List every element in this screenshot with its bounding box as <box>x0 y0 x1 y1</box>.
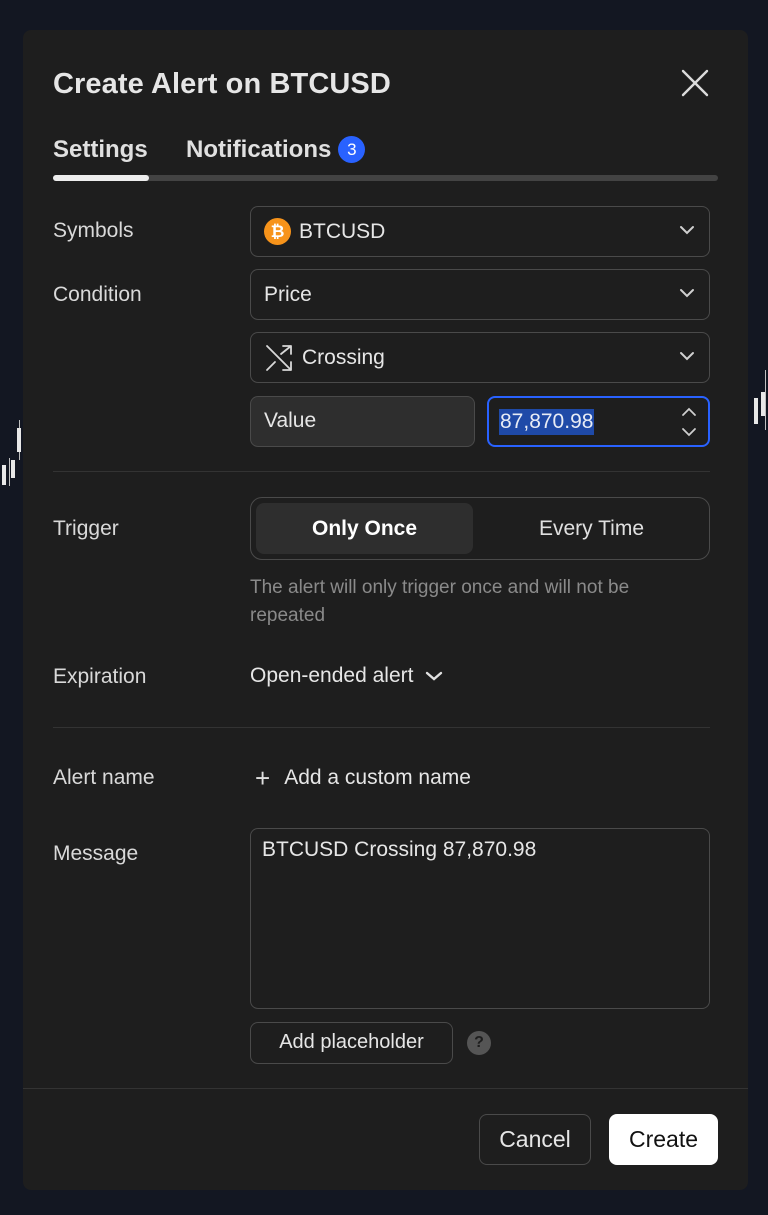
candle <box>2 465 6 485</box>
tab-active-indicator <box>53 175 149 181</box>
stepper-icon[interactable] <box>680 404 698 440</box>
create-button[interactable]: Create <box>609 1114 718 1165</box>
tab-notifications[interactable]: Notifications 3 <box>186 136 366 164</box>
tab-track <box>53 175 718 181</box>
tab-settings-label: Settings <box>53 136 148 163</box>
condition-source-value: Price <box>264 282 312 306</box>
trigger-label: Trigger <box>53 517 119 540</box>
chevron-down-icon <box>680 226 694 235</box>
value-input[interactable]: 87,870.98 <box>487 396 710 447</box>
candle <box>17 428 21 452</box>
value-type-select[interactable]: Value <box>250 396 475 447</box>
trigger-hint: The alert will only trigger once and wil… <box>250 577 630 626</box>
expiration-value: Open-ended alert <box>250 664 414 687</box>
candle <box>11 460 15 478</box>
dialog-title: Create Alert on BTCUSD <box>53 68 391 100</box>
plus-icon: + <box>255 763 271 793</box>
chevron-down-icon <box>680 352 694 361</box>
candle <box>761 392 765 416</box>
candle <box>754 398 758 424</box>
expiration-dropdown[interactable]: Open-ended alert <box>250 664 443 688</box>
crossing-icon <box>266 344 292 371</box>
create-alert-dialog: Create Alert on BTCUSD Settings Notifica… <box>23 30 748 1190</box>
tab-settings[interactable]: Settings <box>53 136 148 164</box>
bitcoin-icon: ₿ <box>264 218 291 245</box>
condition-operator-value: Crossing <box>302 345 385 369</box>
condition-operator-select[interactable]: Crossing <box>250 332 710 383</box>
message-label: Message <box>53 842 139 865</box>
trigger-every-time[interactable]: Every Time <box>483 503 700 554</box>
notifications-count-badge: 3 <box>338 136 366 163</box>
trigger-only-once[interactable]: Only Once <box>256 503 473 554</box>
cancel-button[interactable]: Cancel <box>479 1114 591 1165</box>
symbol-value: BTCUSD <box>299 219 386 243</box>
symbol-select[interactable]: ₿ BTCUSD <box>250 206 710 257</box>
symbols-label: Symbols <box>53 219 134 242</box>
close-button[interactable] <box>678 66 712 100</box>
chevron-down-icon <box>426 671 443 681</box>
condition-label: Condition <box>53 283 142 306</box>
candle-wick <box>765 370 766 430</box>
message-textarea[interactable]: BTCUSD Crossing 87,870.98 <box>250 828 710 1009</box>
expiration-label: Expiration <box>53 665 147 688</box>
help-icon[interactable]: ? <box>467 1031 491 1055</box>
alert-name-label: Alert name <box>53 766 155 789</box>
footer-divider <box>23 1088 748 1089</box>
chevron-down-icon <box>680 289 694 298</box>
candle-wick <box>9 458 10 486</box>
add-placeholder-button[interactable]: Add placeholder <box>250 1022 453 1064</box>
add-custom-name-button[interactable]: + Add a custom name <box>255 765 471 791</box>
value-input-text: 87,870.98 <box>499 408 595 435</box>
section-divider <box>53 471 710 472</box>
condition-source-select[interactable]: Price <box>250 269 710 320</box>
tab-notifications-label: Notifications <box>186 136 332 163</box>
section-divider <box>53 727 710 728</box>
close-icon <box>681 69 709 97</box>
add-custom-name-label: Add a custom name <box>284 766 471 789</box>
trigger-toggle: Only Once Every Time <box>250 497 710 560</box>
